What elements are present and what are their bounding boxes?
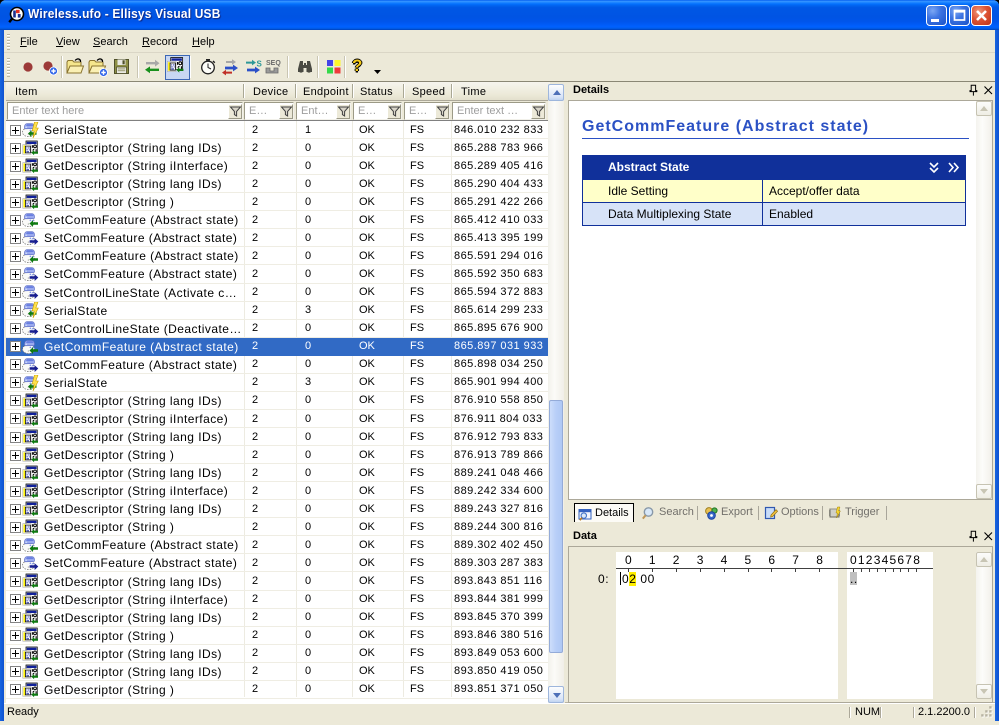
svg-text:S: S: [257, 60, 263, 69]
svg-text:SEQ: SEQ: [266, 60, 281, 67]
